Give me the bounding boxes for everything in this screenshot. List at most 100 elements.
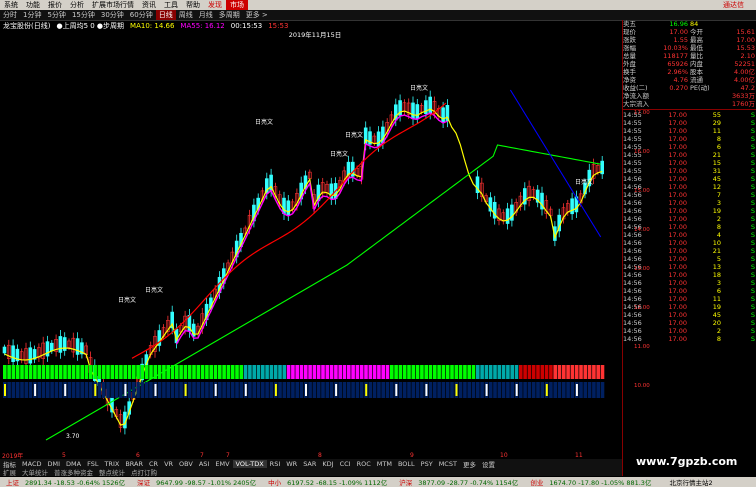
menu-discover-button[interactable]: 发现 (204, 0, 226, 10)
indicator-tab[interactable]: KDJ (319, 460, 336, 468)
signal-bar (4, 384, 6, 396)
menu-info[interactable]: 资讯 (138, 0, 160, 10)
period-fenshi[interactable]: 分时 (0, 10, 20, 20)
strip-cell-lower (355, 382, 360, 398)
strip-cell (76, 365, 80, 379)
strip-cell-lower (97, 382, 102, 398)
index-quote[interactable]: 创业 1674.70 -17.80 -1.05% 881.3亿 (524, 477, 657, 487)
index-quote[interactable]: 深证 9647.99 -98.57 -1.01% 2405亿 (131, 477, 262, 487)
menu-tools[interactable]: 工具 (160, 0, 182, 10)
strip-cell (493, 365, 497, 379)
indicator-tab[interactable]: WR (283, 460, 300, 468)
strip-cell (187, 365, 192, 379)
period-day[interactable]: 日线 (155, 10, 176, 20)
strip-cell-lower (415, 382, 420, 398)
menu-analysis[interactable]: 分析 (66, 0, 88, 10)
kline-chart[interactable]: 2019年11月15日 日亮文日亮文日亮文日亮文日亮文日亮文日亮文3.70 (0, 30, 622, 450)
sub-tab[interactable]: 扩展 (0, 468, 19, 476)
period-15min[interactable]: 15分钟 (69, 10, 98, 20)
strip-cell (497, 365, 502, 379)
strip-cell (385, 365, 390, 379)
menu-market-button[interactable]: 市场 (226, 0, 248, 10)
menu-help[interactable]: 帮助 (182, 0, 204, 10)
period-1min[interactable]: 1分钟 (20, 10, 44, 20)
indicator-tab[interactable]: CR (146, 460, 161, 468)
period-month[interactable]: 月线 (196, 10, 216, 20)
strip-cell-lower (101, 382, 106, 398)
strip-cell-lower (359, 382, 364, 398)
strip-cell-lower (200, 382, 205, 398)
strip-cell-lower (493, 382, 497, 398)
indicator-tab[interactable]: MTM (374, 460, 395, 468)
price-tick: 13.00 (634, 266, 650, 272)
strip-cell (209, 365, 213, 379)
strip-cell (28, 365, 33, 379)
strip-cell-lower (187, 382, 192, 398)
indicator-tab[interactable]: MACD (19, 460, 44, 468)
indicator-tab[interactable]: RSI (267, 460, 284, 468)
ma55-value: MA55: 16.12 (180, 21, 225, 30)
indicator-tab[interactable]: 更多 (460, 459, 479, 469)
indicator-tab[interactable]: DMA (63, 460, 84, 468)
indicator-tab[interactable]: 指标 (0, 459, 19, 469)
indicator-tab[interactable]: ASI (196, 460, 213, 468)
quote-row: 涨幅 10.03% 最低 15.53 (623, 44, 755, 52)
indicator-tab[interactable]: DMI (44, 460, 63, 468)
strip-cell (58, 365, 63, 379)
strip-cell (261, 365, 265, 379)
index-quote[interactable]: 上证 2891.34 -18.53 -0.64% 1526亿 (0, 477, 131, 487)
period-multi[interactable]: 多周期 (216, 10, 243, 20)
low-price-label: 3.70 (66, 433, 80, 440)
strip-cell-lower (467, 382, 471, 398)
indicator-tab[interactable]: EMV (212, 460, 232, 468)
strip-cell-lower (433, 382, 437, 398)
signal-bar (335, 384, 338, 396)
strip-cell (381, 365, 385, 379)
strip-cell (106, 365, 110, 379)
strip-cell-lower (58, 382, 63, 398)
indicator-tab[interactable]: ROC (354, 460, 374, 468)
signal-bar (515, 384, 518, 396)
indicator-tab[interactable]: TRIX (101, 460, 122, 468)
strip-cell (450, 365, 454, 379)
indicator-tab[interactable]: BOLL (395, 460, 418, 468)
indicator-tab[interactable]: MCST (436, 460, 460, 468)
indicator-tab[interactable]: VR (161, 460, 176, 468)
strip-cell (286, 365, 291, 379)
indicator-tab[interactable]: VOL-TDX (232, 459, 267, 468)
index-quote[interactable]: 北京行情主站2 (657, 477, 718, 487)
index-quote[interactable]: 中小 6197.52 -68.15 -1.09% 1112亿 (262, 477, 393, 487)
signal-bar (244, 384, 247, 396)
indicator-tab[interactable]: FSL (84, 460, 101, 468)
sub-tab[interactable]: 普涨多种资金 (51, 468, 96, 476)
indicator-tab[interactable]: SAR (300, 460, 319, 468)
indicator-tab[interactable]: BRAR (122, 460, 146, 468)
menu-function[interactable]: 功能 (22, 0, 44, 10)
main-indicator-label[interactable]: ●上周均5 0 ●步周期 (53, 21, 127, 30)
menu-ext-market[interactable]: 扩展市场行情 (88, 0, 138, 10)
strip-cell-lower (89, 382, 93, 398)
sub-tab[interactable]: 整点统计 (96, 468, 128, 476)
menu-system[interactable]: 系统 (0, 0, 22, 10)
period-more[interactable]: 更多 > (243, 10, 271, 20)
period-60min[interactable]: 60分钟 (127, 10, 156, 20)
indicator-tab[interactable]: CCI (337, 460, 354, 468)
period-week[interactable]: 周线 (176, 10, 196, 20)
strip-cell (295, 365, 299, 379)
indicator-tab[interactable]: PSY (418, 460, 436, 468)
indicator-tab[interactable]: OBV (176, 460, 196, 468)
strip-cell-lower (600, 382, 605, 398)
strip-cell (514, 365, 519, 379)
sub-tab[interactable]: 点打订购 (128, 468, 160, 476)
signal-bar (575, 384, 578, 396)
strip-cell (192, 365, 196, 379)
strip-cell (196, 365, 201, 379)
indicator-tab[interactable]: 设置 (479, 459, 498, 469)
period-5min[interactable]: 5分钟 (44, 10, 68, 20)
period-30min[interactable]: 30分钟 (98, 10, 127, 20)
signal-bar (64, 384, 67, 396)
sub-tab[interactable]: 大单统计 (19, 468, 51, 476)
index-quote[interactable]: 沪深 3877.09 -28.77 -0.74% 1154亿 (393, 477, 524, 487)
candle (49, 342, 54, 352)
menu-quote[interactable]: 报价 (44, 0, 66, 10)
